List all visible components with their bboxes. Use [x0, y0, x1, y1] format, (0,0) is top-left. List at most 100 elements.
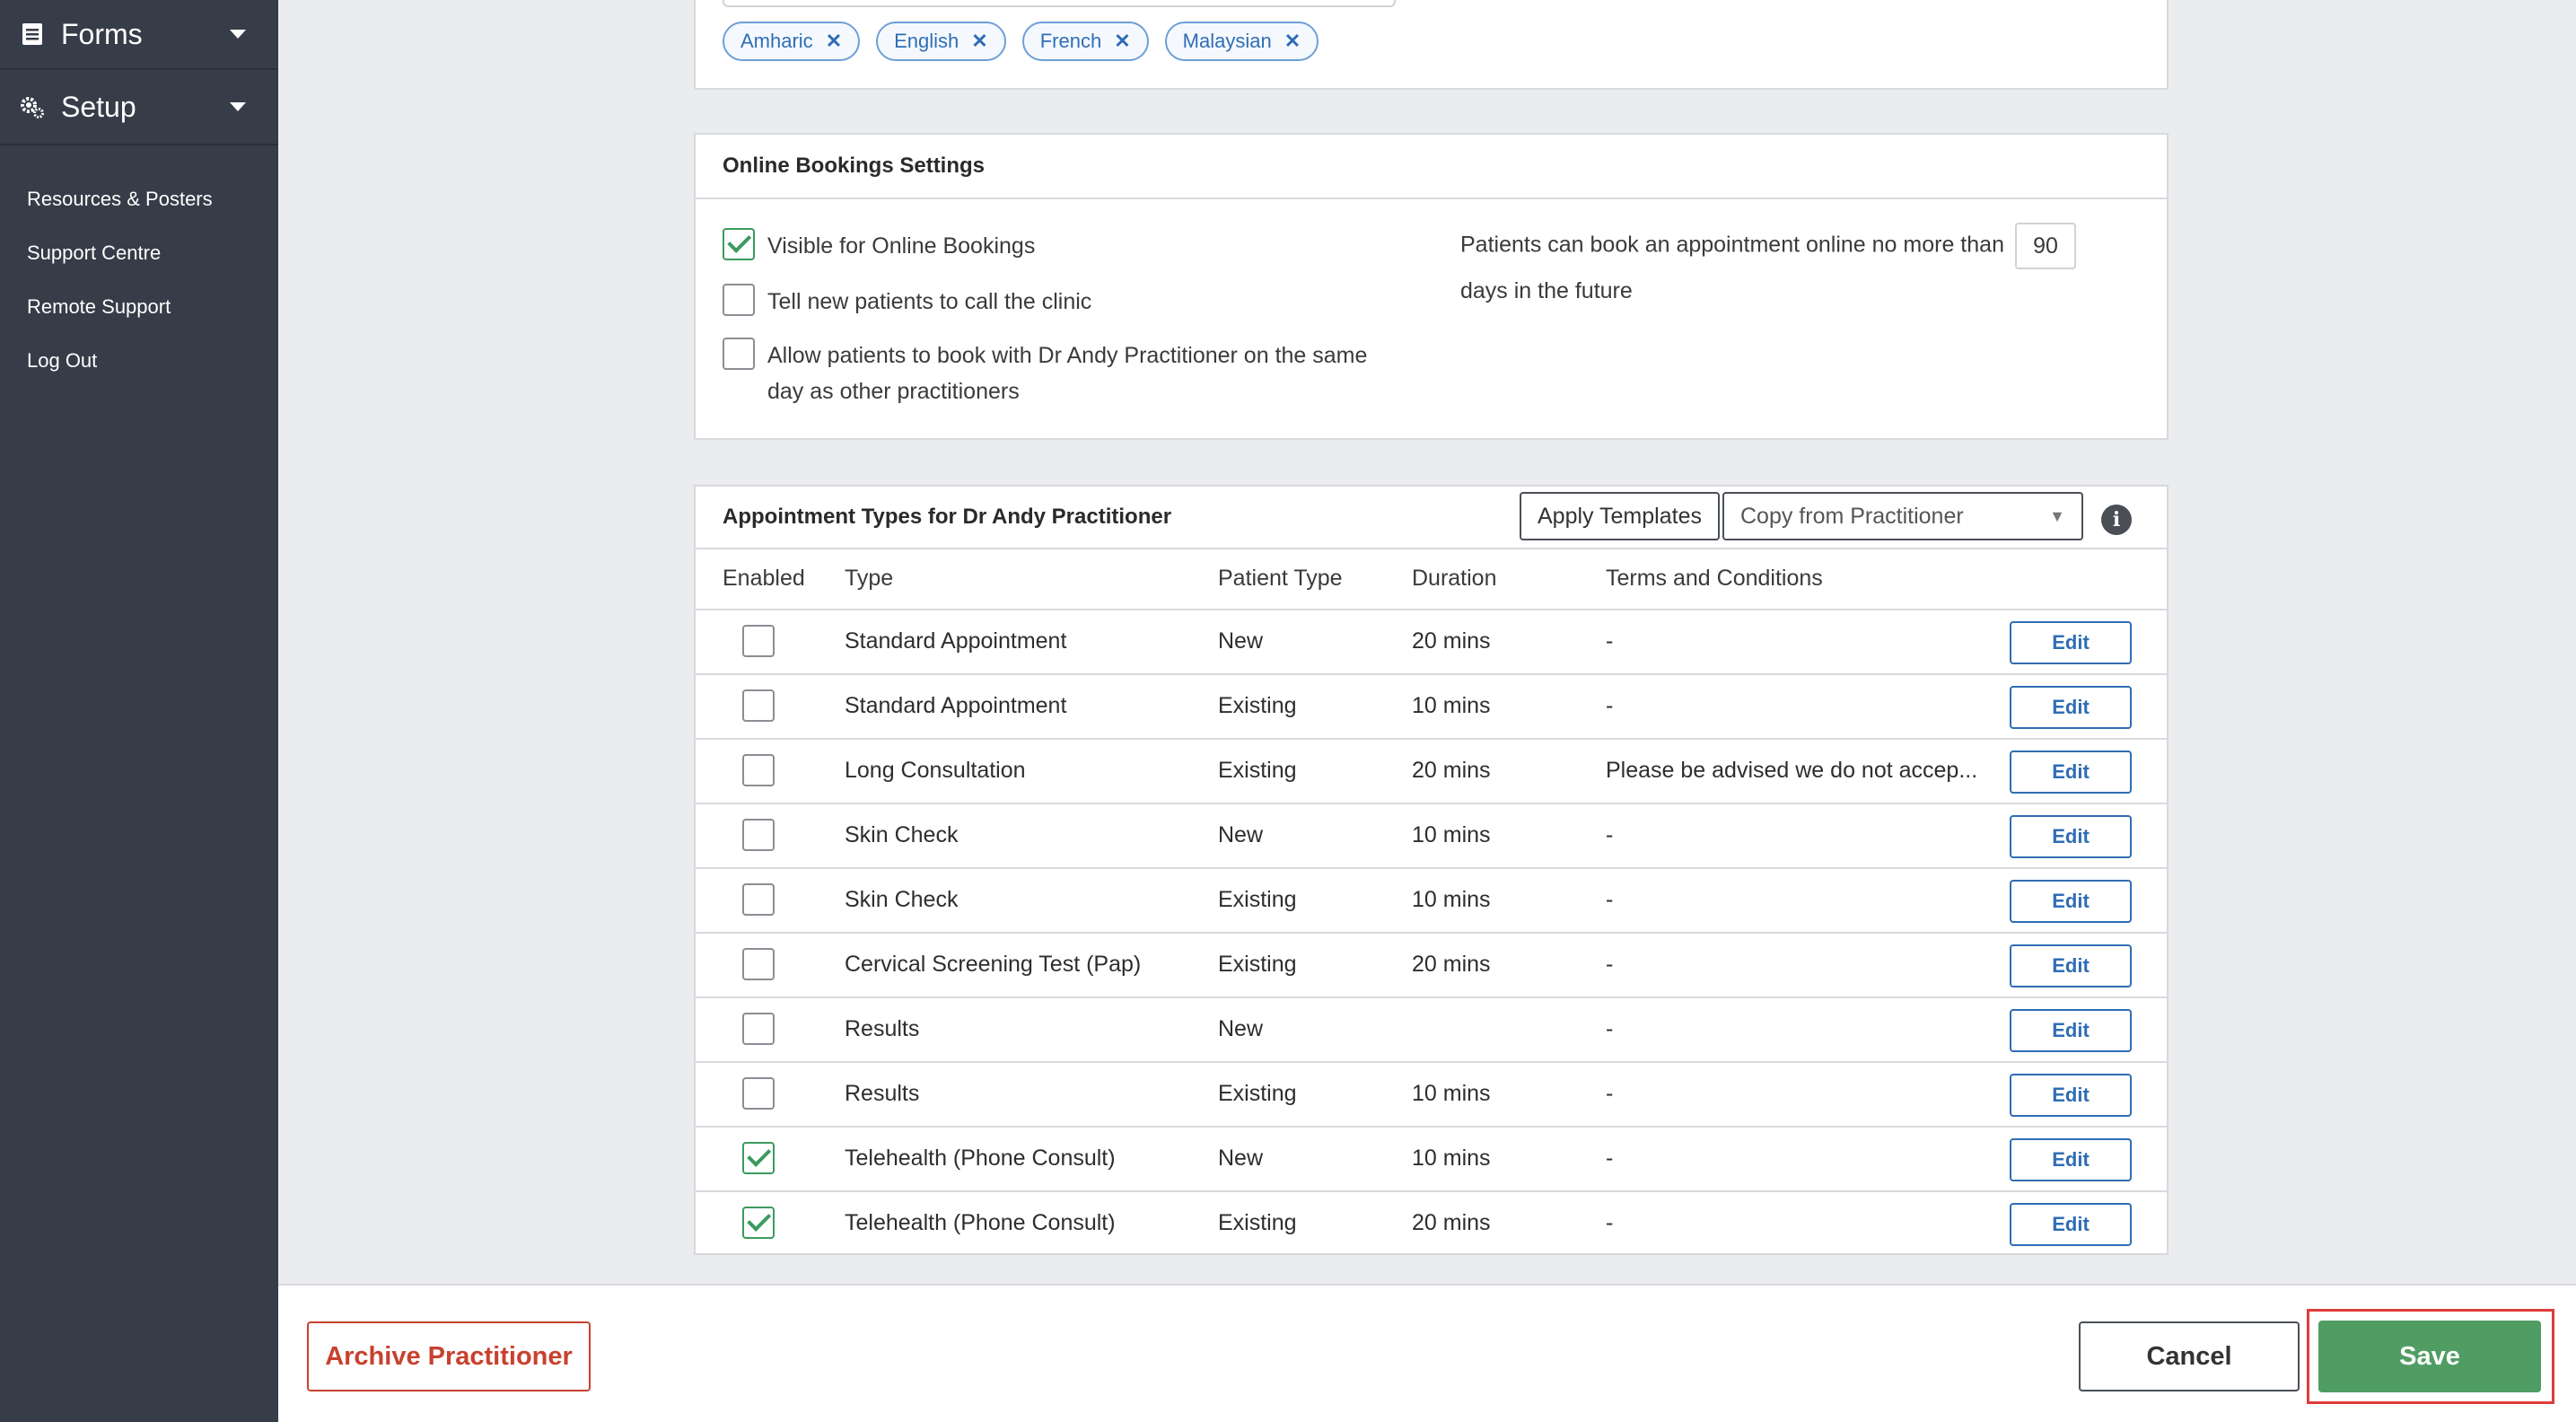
type-cell: Cervical Screening Test (Pap): [845, 952, 1142, 977]
allow-same-day-checkbox[interactable]: [723, 338, 755, 370]
advance-booking-text-before: Patients can book an appointment online …: [1460, 232, 2004, 258]
duration-cell: 20 mins: [1412, 952, 1491, 977]
table-row: Telehealth (Phone Consult) New 10 mins - Edi…: [696, 1128, 2167, 1192]
remove-icon[interactable]: ✕: [826, 30, 842, 53]
table-header: Enabled Type Patient Type Duration Terms…: [696, 549, 2167, 610]
type-cell: Standard Appointment: [845, 628, 1067, 654]
sidebar-links: Resources & Posters Support Centre Remot…: [0, 145, 278, 388]
edit-button[interactable]: Edit: [2010, 880, 2132, 923]
table-row: Skin Check Existing 10 mins - Edit: [696, 869, 2167, 934]
sidebar-link-log-out[interactable]: Log Out: [0, 334, 278, 388]
visible-online-option: Visible for Online Bookings: [723, 228, 1035, 264]
online-bookings-panel: Online Bookings Settings Visible for Onl…: [694, 133, 2169, 440]
patient-type-cell: New: [1218, 1146, 1264, 1171]
table-row: Skin Check New 10 mins - Edit: [696, 804, 2167, 869]
apply-templates-button[interactable]: Apply Templates: [1520, 492, 1720, 540]
edit-button[interactable]: Edit: [2010, 686, 2132, 729]
terms-cell: -: [1606, 952, 1614, 977]
language-tag: French ✕: [1021, 22, 1149, 61]
enabled-checkbox[interactable]: [742, 1207, 775, 1239]
sidebar-setup-label: Setup: [61, 90, 136, 123]
tell-new-patients-checkbox[interactable]: [723, 284, 755, 316]
enabled-checkbox[interactable]: [742, 1077, 775, 1110]
column-header-patient-type: Patient Type: [1218, 566, 1343, 591]
enabled-checkbox[interactable]: [742, 754, 775, 786]
enabled-checkbox[interactable]: [742, 819, 775, 851]
sidebar-forms-label: Forms: [61, 17, 143, 50]
enabled-checkbox[interactable]: [742, 948, 775, 980]
duration-cell: 10 mins: [1412, 822, 1491, 847]
advance-days-input[interactable]: 90: [2014, 223, 2076, 269]
type-cell: Long Consultation: [845, 758, 1026, 783]
language-tag: Malaysian ✕: [1164, 22, 1319, 61]
table-row: Results New - Edit: [696, 998, 2167, 1063]
enabled-checkbox[interactable]: [742, 689, 775, 722]
terms-cell: -: [1606, 1016, 1614, 1041]
remove-icon[interactable]: ✕: [1114, 30, 1130, 53]
terms-cell: -: [1606, 1210, 1614, 1235]
enabled-checkbox[interactable]: [742, 625, 775, 657]
language-tag: English ✕: [876, 22, 1006, 61]
terms-cell: -: [1606, 628, 1614, 654]
save-button[interactable]: Save: [2318, 1321, 2541, 1392]
language-tag-label: English: [894, 30, 959, 52]
main-content: Amharic ✕ English ✕ French ✕ Malaysian ✕ Onl…: [278, 0, 2576, 1422]
sidebar-link-resources[interactable]: Resources & Posters: [0, 172, 278, 226]
chevron-down-icon: [230, 30, 246, 39]
sidebar-link-support-centre[interactable]: Support Centre: [0, 226, 278, 280]
language-tag-label: Malaysian: [1182, 30, 1272, 52]
enabled-checkbox[interactable]: [742, 1142, 775, 1174]
cancel-button[interactable]: Cancel: [2079, 1321, 2300, 1391]
edit-button[interactable]: Edit: [2010, 750, 2132, 794]
allow-same-day-option: Allow patients to book with Dr Andy Prac…: [723, 338, 1405, 409]
edit-button[interactable]: Edit: [2010, 815, 2132, 858]
advance-booking-text-after: days in the future: [1460, 278, 1633, 303]
edit-button[interactable]: Edit: [2010, 1138, 2132, 1181]
language-tag-label: Amharic: [740, 30, 813, 52]
sidebar-link-remote-support[interactable]: Remote Support: [0, 280, 278, 334]
patient-type-cell: Existing: [1218, 887, 1297, 912]
languages-panel: Amharic ✕ English ✕ French ✕ Malaysian ✕: [694, 0, 2169, 90]
edit-button[interactable]: Edit: [2010, 621, 2132, 664]
enabled-checkbox[interactable]: [742, 1013, 775, 1045]
type-cell: Results: [845, 1016, 920, 1041]
appointment-types-title: Appointment Types for Dr Andy Practition…: [723, 505, 1172, 529]
patient-type-cell: Existing: [1218, 1210, 1297, 1235]
patient-type-cell: Existing: [1218, 1081, 1297, 1106]
edit-button[interactable]: Edit: [2010, 944, 2132, 988]
archive-practitioner-button[interactable]: Archive Practitioner: [307, 1321, 591, 1391]
patient-type-cell: Existing: [1218, 952, 1297, 977]
copy-from-practitioner-value: Copy from Practitioner: [1740, 503, 1964, 529]
advance-booking-setting: Patients can book an appointment online …: [1460, 223, 2142, 312]
type-cell: Skin Check: [845, 822, 959, 847]
forms-icon: [20, 22, 45, 47]
enabled-checkbox[interactable]: [742, 883, 775, 916]
tell-new-patients-option: Tell new patients to call the clinic: [723, 284, 1091, 320]
type-cell: Telehealth (Phone Consult): [845, 1146, 1116, 1171]
visible-online-checkbox[interactable]: [723, 228, 755, 260]
column-header-duration: Duration: [1412, 566, 1497, 591]
dropdown-arrow-icon: ▼: [2049, 506, 2065, 525]
patient-type-cell: New: [1218, 628, 1264, 654]
duration-cell: 10 mins: [1412, 1081, 1491, 1106]
info-icon[interactable]: i: [2101, 505, 2132, 535]
terms-cell: -: [1606, 1081, 1614, 1106]
language-tags: Amharic ✕ English ✕ French ✕ Malaysian ✕: [723, 22, 1319, 61]
column-header-type: Type: [845, 566, 894, 591]
type-cell: Results: [845, 1081, 920, 1106]
sidebar-forms-menu[interactable]: Forms: [0, 0, 278, 70]
duration-cell: 20 mins: [1412, 758, 1491, 783]
table-row: Long Consultation Existing 20 mins Please b…: [696, 740, 2167, 804]
column-header-enabled: Enabled: [723, 566, 805, 591]
table-row: Results Existing 10 mins - Edit: [696, 1063, 2167, 1128]
type-cell: Standard Appointment: [845, 693, 1067, 718]
edit-button[interactable]: Edit: [2010, 1203, 2132, 1246]
sidebar-setup-menu[interactable]: Setup: [0, 70, 278, 145]
remove-icon[interactable]: ✕: [1284, 30, 1301, 53]
duration-cell: 10 mins: [1412, 693, 1491, 718]
edit-button[interactable]: Edit: [2010, 1074, 2132, 1117]
remove-icon[interactable]: ✕: [971, 30, 987, 53]
edit-button[interactable]: Edit: [2010, 1009, 2132, 1052]
language-input[interactable]: [723, 0, 1396, 7]
copy-from-practitioner-select[interactable]: Copy from Practitioner ▼: [1722, 492, 2083, 540]
